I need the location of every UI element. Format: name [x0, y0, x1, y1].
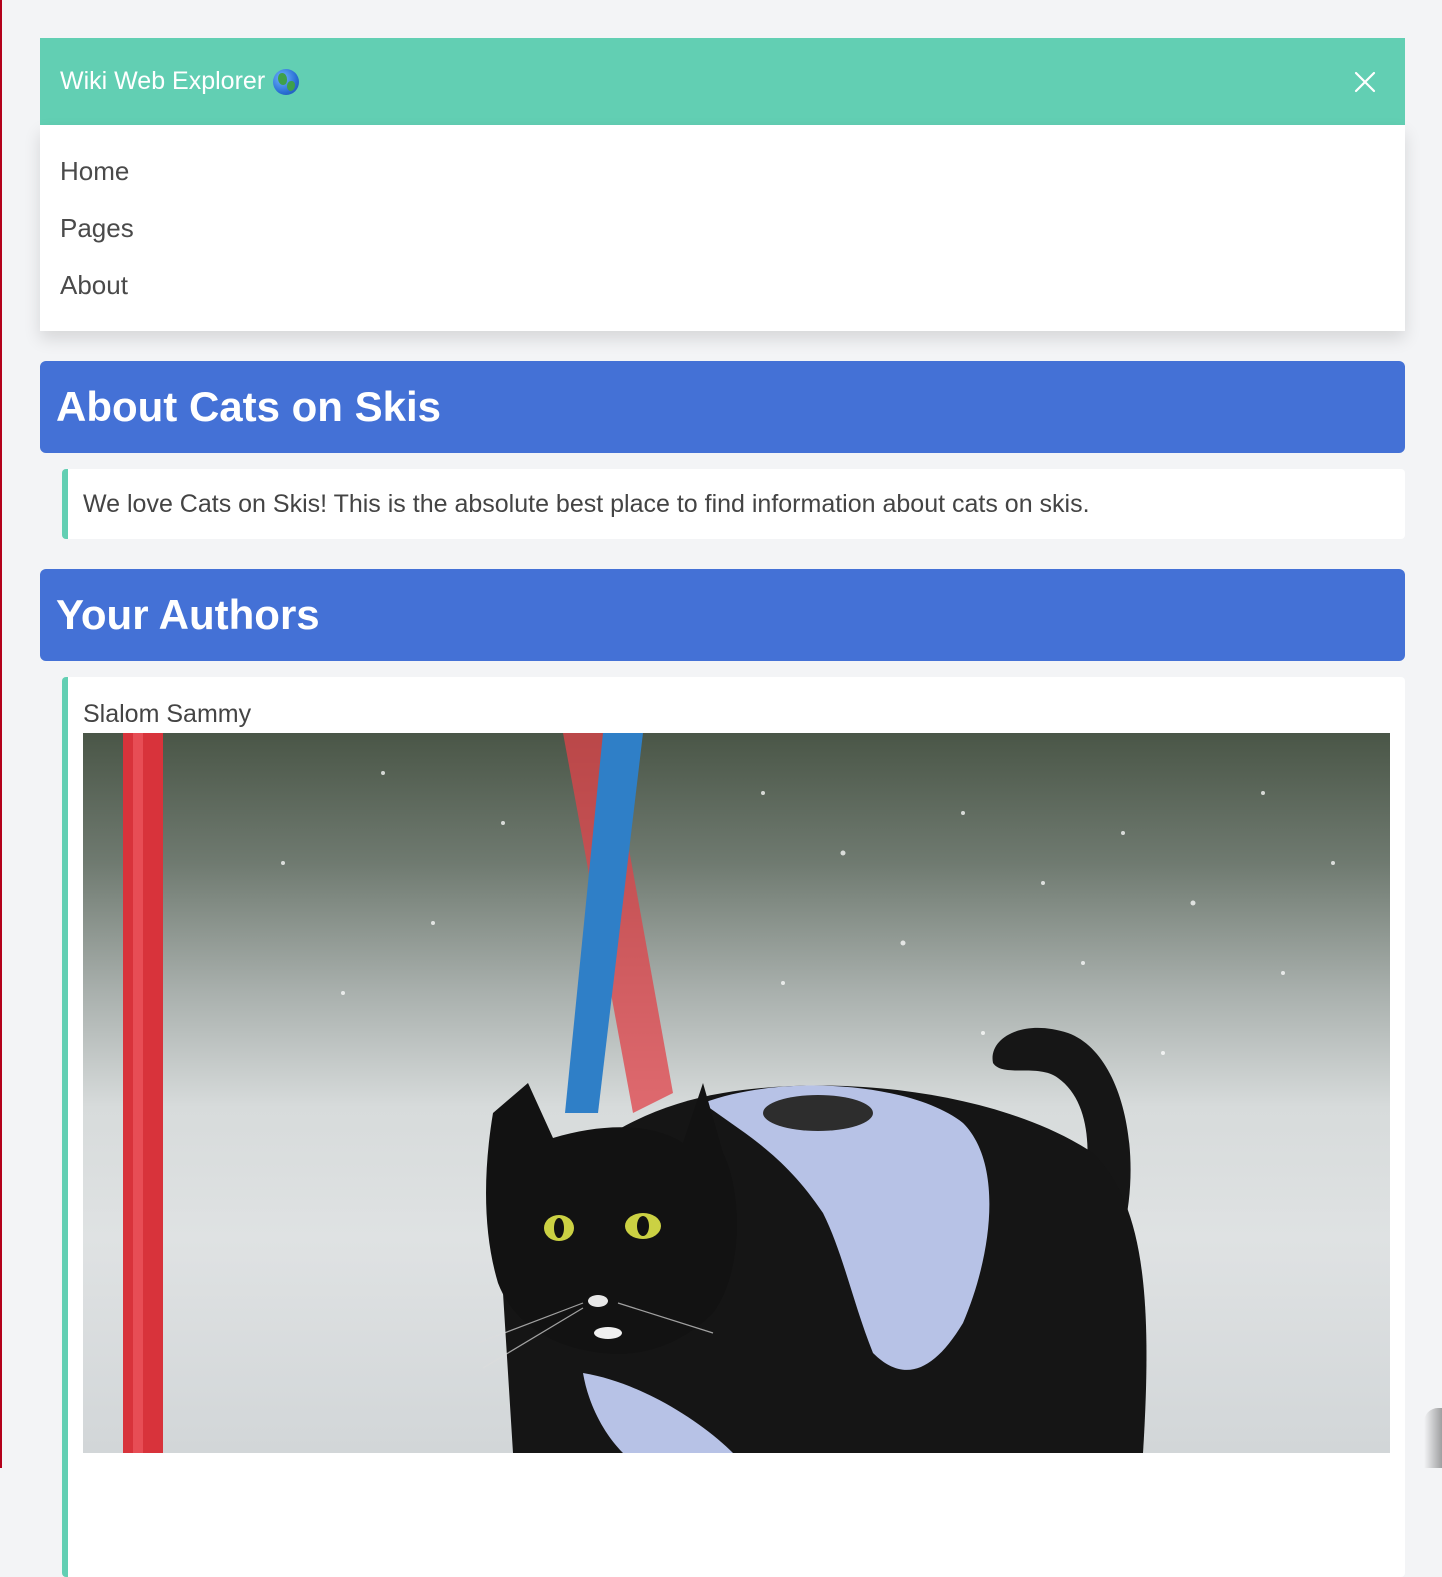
menu-item-about[interactable]: About: [60, 252, 1385, 319]
about-heading: About Cats on Skis: [40, 361, 1405, 453]
authors-heading: Your Authors: [40, 569, 1405, 661]
brand[interactable]: Wiki Web Explorer: [60, 67, 299, 96]
about-text: We love Cats on Skis! This is the absolu…: [83, 469, 1390, 539]
brand-title: Wiki Web Explorer: [60, 67, 265, 96]
navbar: Wiki Web Explorer: [40, 38, 1405, 125]
author-card: Slalom Sammy: [62, 677, 1405, 1577]
globe-icon: [273, 69, 299, 95]
cat-skiing-photo-illustration: [83, 733, 1390, 1453]
window-edge: [0, 0, 2, 1468]
window-corner-shadow: [1424, 1408, 1442, 1468]
close-icon: [1354, 71, 1376, 93]
app-container: Wiki Web Explorer Home Pages About About…: [40, 38, 1405, 1577]
about-blurb: We love Cats on Skis! This is the absolu…: [62, 469, 1405, 539]
nav-menu: Home Pages About: [40, 125, 1405, 331]
close-menu-button[interactable]: [1345, 62, 1385, 102]
author-name: Slalom Sammy: [83, 695, 1390, 733]
cat-skiing-photo: [83, 733, 1390, 1453]
